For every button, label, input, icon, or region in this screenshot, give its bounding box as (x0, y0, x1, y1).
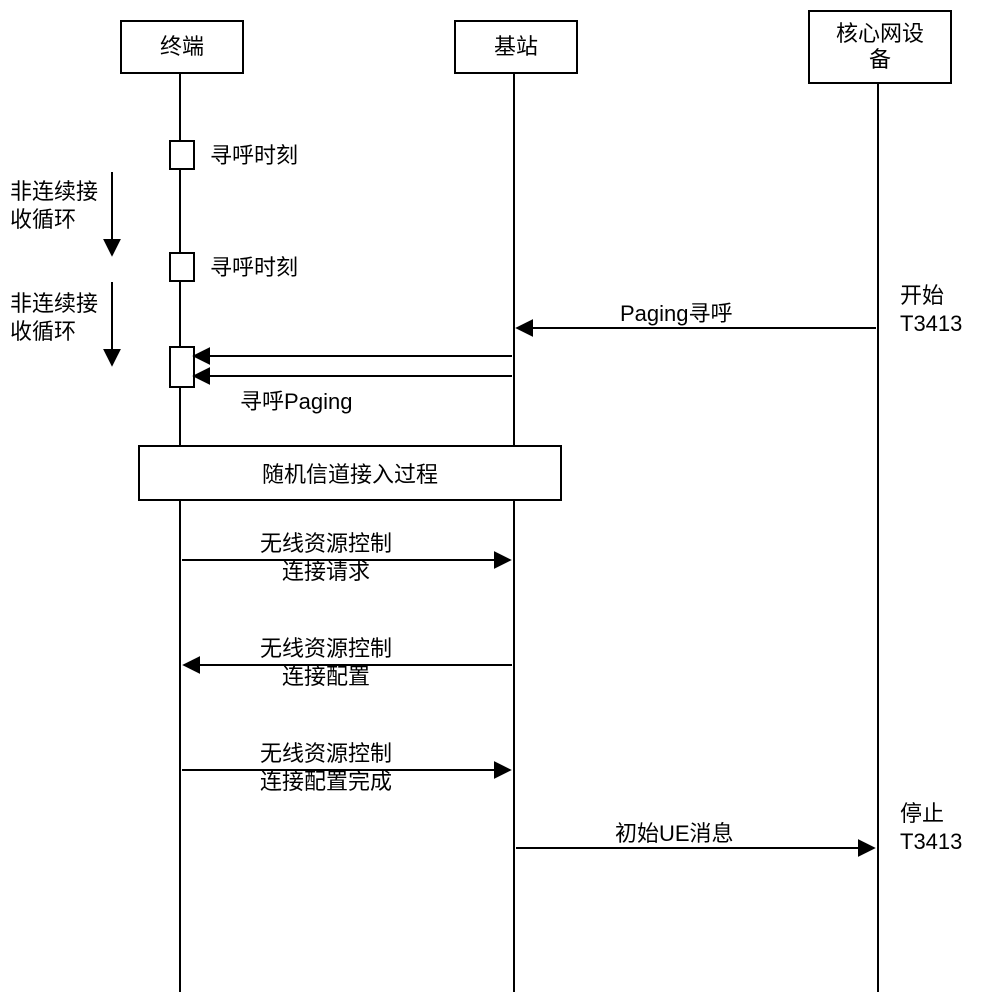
start-t3413-label: 开始 T3413 (900, 282, 962, 337)
paging-time-1-label: 寻呼时刻 (210, 142, 298, 170)
initial-ue-label: 初始UE消息 (615, 820, 734, 848)
lifeline-core-network (877, 82, 879, 992)
paging-time-2-label: 寻呼时刻 (210, 254, 298, 282)
lifeline-terminal (179, 72, 181, 992)
rrc-request-label: 无线资源控制 连接请求 (260, 530, 392, 585)
rrc-config-label: 无线资源控制 连接配置 (260, 635, 392, 690)
exec-paging-1 (169, 140, 195, 170)
paging-to-terminal-label: 寻呼Paging (240, 388, 353, 416)
actor-core-network: 核心网设 备 (808, 10, 952, 84)
exec-paging-recv (169, 346, 195, 388)
paging-from-core-label: Paging寻呼 (620, 300, 733, 328)
actor-terminal-label: 终端 (160, 34, 204, 60)
drx-loop-1-label: 非连续接 收循环 (10, 178, 98, 233)
random-access-box: 随机信道接入过程 (138, 445, 562, 501)
stop-t3413-label: 停止 T3413 (900, 800, 962, 855)
exec-paging-2 (169, 252, 195, 282)
rrc-complete-label: 无线资源控制 连接配置完成 (260, 740, 392, 795)
drx-loop-2-label: 非连续接 收循环 (10, 290, 98, 345)
actor-base-station: 基站 (454, 20, 578, 74)
lifeline-base-station (513, 72, 515, 992)
actor-core-network-label: 核心网设 备 (836, 21, 924, 74)
actor-base-station-label: 基站 (494, 34, 538, 60)
actor-terminal: 终端 (120, 20, 244, 74)
sequence-diagram: 终端 基站 核心网设 备 随机信道接入过程 寻呼时刻 寻呼时刻 非连续接 收循环… (0, 0, 997, 1000)
random-access-label: 随机信道接入过程 (262, 457, 438, 489)
